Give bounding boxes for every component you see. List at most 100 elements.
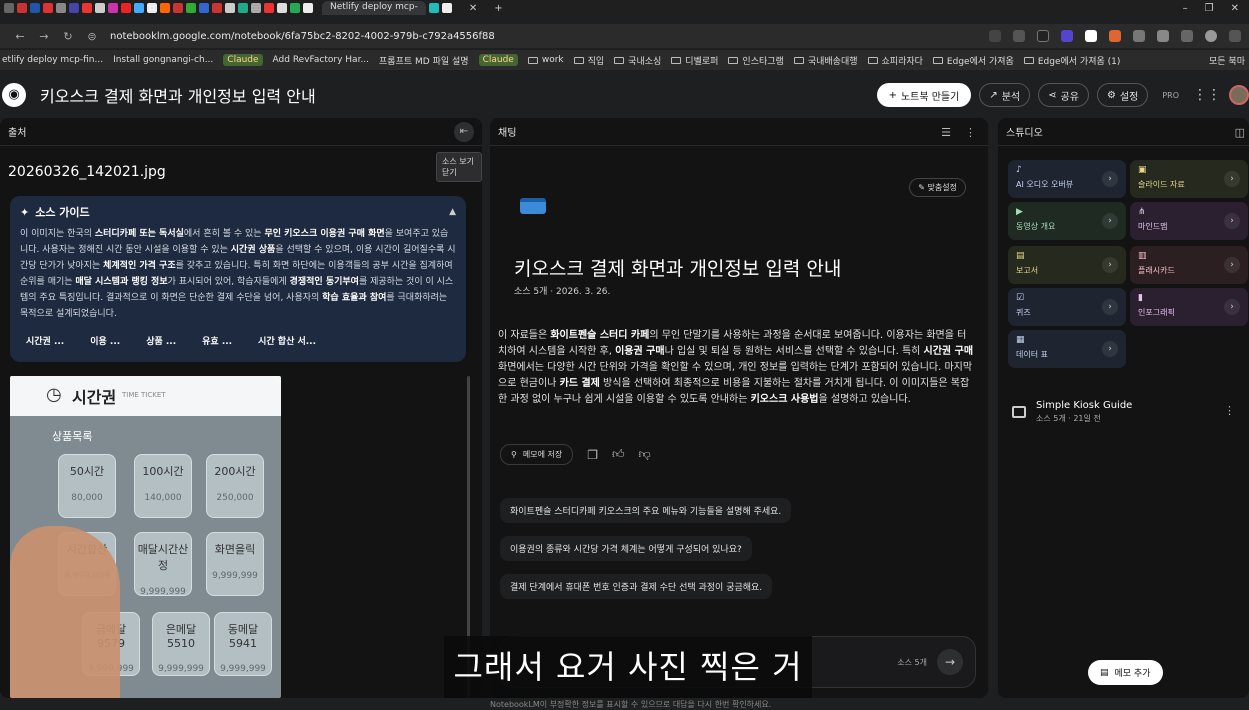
settings-button[interactable]: ⚙ 설정 (1096, 83, 1149, 107)
copy-icon[interactable]: ❐ (587, 448, 598, 462)
collapse-sources-button[interactable]: ⇤ (454, 122, 474, 142)
analytics-button[interactable]: ↗ 분석 (979, 83, 1031, 107)
chevron-right-icon[interactable]: › (1224, 257, 1240, 273)
tab-favicon[interactable] (4, 3, 14, 13)
bookmark-item[interactable]: etlify deploy mcp-fin... (2, 55, 103, 65)
profile-icon[interactable] (1205, 30, 1217, 42)
url-field[interactable]: notebooklm.google.com/notebook/6fa75bc2-… (110, 31, 977, 42)
tab-favicon[interactable] (108, 3, 118, 13)
chevron-right-icon[interactable]: › (1102, 341, 1118, 357)
generated-artifact[interactable]: Simple Kiosk Guide 소스 5개 · 21일 전 (1012, 400, 1132, 424)
tab-favicon[interactable] (225, 3, 235, 13)
minimize-window-icon[interactable]: – (1183, 3, 1188, 14)
extension-icon[interactable] (1109, 30, 1121, 42)
studio-tile[interactable]: ▤ 보고서 › (1008, 246, 1126, 284)
bookmark-item[interactable]: Add RevFactory Har... (273, 55, 369, 65)
notebook-title[interactable]: 키오스크 결제 화면과 개인정보 입력 안내 (40, 83, 316, 107)
bookmark-item[interactable]: 직입 (573, 54, 604, 67)
chevron-up-icon[interactable]: ▲ (449, 207, 456, 217)
share-button[interactable]: ⋖ 공유 (1038, 83, 1089, 107)
bookmark-item[interactable]: Edge에서 가져옴 (932, 54, 1014, 67)
tab-favicon[interactable] (277, 3, 287, 13)
tab-favicon[interactable] (264, 3, 274, 13)
bookmark-item[interactable]: Claude (478, 54, 518, 66)
thumbs-down-icon[interactable]: 👎︎ (639, 447, 651, 462)
studio-tile[interactable]: ▥ 플래시카드 › (1130, 246, 1248, 284)
tune-icon[interactable]: ☰ (941, 126, 951, 139)
more-vert-icon[interactable]: ⋮ (1224, 404, 1235, 417)
bookmark-item[interactable]: Edge에서 가져옴 (1) (1023, 54, 1120, 67)
apps-grid-icon[interactable]: ⋮⋮ (1193, 87, 1221, 103)
tab-favicon[interactable] (17, 3, 27, 13)
tab-favicon[interactable] (147, 3, 157, 13)
bookmark-item[interactable]: 디벨로퍼 (671, 54, 718, 67)
topic-chip[interactable]: 이용 ... (90, 334, 120, 347)
studio-tile[interactable]: ▣ 슬라이드 자료 › (1130, 160, 1248, 198)
suggested-question[interactable]: 결제 단계에서 휴대폰 번호 인증과 결제 수단 선택 과정이 궁금해요. (500, 574, 773, 599)
bookmark-item[interactable]: 프롬프트 MD 파일 설명 (379, 54, 469, 67)
notion-extension-icon[interactable] (1085, 30, 1097, 42)
thumbs-up-icon[interactable]: 👍︎ (612, 447, 625, 462)
close-window-icon[interactable]: ✕ (1231, 3, 1239, 14)
extension-icon[interactable] (1037, 30, 1049, 42)
extensions-puzzle-icon[interactable] (1157, 30, 1169, 42)
close-tab-icon[interactable]: ✕ (469, 3, 477, 14)
studio-tile[interactable]: ☑ 퀴즈 › (1008, 288, 1126, 326)
tab-favicon[interactable] (121, 3, 131, 13)
media-icon[interactable] (1181, 30, 1193, 42)
chevron-right-icon[interactable]: › (1102, 299, 1118, 315)
forward-icon[interactable]: → (32, 30, 56, 43)
send-button[interactable]: → (937, 649, 963, 675)
active-browser-tab[interactable]: Netlify deploy mcp- (322, 1, 426, 15)
studio-tile[interactable]: ▶ 동영상 개요 › (1008, 202, 1126, 240)
save-to-note-button[interactable]: ⚲ 메모에 저장 (500, 444, 574, 465)
tab-favicon[interactable] (186, 3, 196, 13)
bookmark-item[interactable]: Claude (223, 54, 263, 66)
avatar[interactable] (1229, 85, 1249, 105)
studio-tile[interactable]: ▦ 데이터 표 › (1008, 330, 1126, 368)
chevron-right-icon[interactable]: › (1224, 171, 1240, 187)
new-tab-icon[interactable]: + (494, 3, 502, 14)
tab-favicon[interactable] (199, 3, 209, 13)
extension-icon[interactable] (1133, 30, 1145, 42)
tab-favicon[interactable] (56, 3, 66, 13)
bookmark-star-icon[interactable] (1013, 30, 1025, 42)
bookmark-item[interactable]: Install gongnangi-ch... (113, 55, 213, 65)
topic-chip[interactable]: 시간 합산 서... (258, 334, 316, 347)
tab-favicon[interactable] (428, 3, 439, 13)
tab-favicon[interactable] (238, 3, 248, 13)
bookmark-item[interactable]: 국내배송대행 (793, 54, 858, 67)
studio-tile[interactable]: ♪ AI 오디오 오버뷰 › (1008, 160, 1126, 198)
reload-icon[interactable]: ↻ (56, 30, 80, 43)
tab-favicon[interactable] (134, 3, 144, 13)
tab-favicon[interactable] (43, 3, 53, 13)
install-app-icon[interactable] (989, 30, 1001, 42)
site-info-icon[interactable]: ⊜ (80, 30, 104, 43)
tab-favicon[interactable] (82, 3, 92, 13)
suggested-question[interactable]: 이용권의 종류와 시간당 가격 체계는 어떻게 구성되어 있나요? (500, 536, 752, 561)
chevron-right-icon[interactable]: › (1224, 213, 1240, 229)
tab-favicon[interactable] (303, 3, 313, 13)
chevron-right-icon[interactable]: › (1102, 213, 1118, 229)
studio-tile[interactable]: ▮ 인포그래픽 › (1130, 288, 1248, 326)
browser-menu-icon[interactable] (1229, 30, 1241, 42)
notebooklm-logo-icon[interactable]: ◉ (2, 83, 26, 107)
collapse-panel-icon[interactable]: ◫ (1235, 126, 1245, 139)
tab-favicon[interactable] (212, 3, 222, 13)
more-vert-icon[interactable]: ⋮ (965, 126, 976, 139)
studio-tile[interactable]: ⋔ 마인드맵 › (1130, 202, 1248, 240)
tab-favicon[interactable] (69, 3, 79, 13)
source-guide-header[interactable]: ✦ 소스 가이드 ▲ (20, 204, 456, 220)
topic-chip[interactable]: 상품 ... (146, 334, 176, 347)
restore-window-icon[interactable]: ❐ (1205, 3, 1214, 14)
extension-icon[interactable] (1061, 30, 1073, 42)
bookmark-item[interactable]: work (527, 55, 564, 65)
tab-favicon[interactable] (160, 3, 170, 13)
tab-favicon[interactable] (441, 3, 452, 13)
tab-favicon[interactable] (290, 3, 300, 13)
tab-favicon[interactable] (30, 3, 40, 13)
customize-button[interactable]: ✎ 맞춤설정 (909, 178, 966, 197)
bookmark-item[interactable]: 인스타그램 (728, 54, 784, 67)
topic-chip[interactable]: 유효 ... (202, 334, 232, 347)
suggested-question[interactable]: 화이트펜슬 스터디카페 키오스크의 주요 메뉴와 기능들을 설명해 주세요. (500, 498, 792, 523)
